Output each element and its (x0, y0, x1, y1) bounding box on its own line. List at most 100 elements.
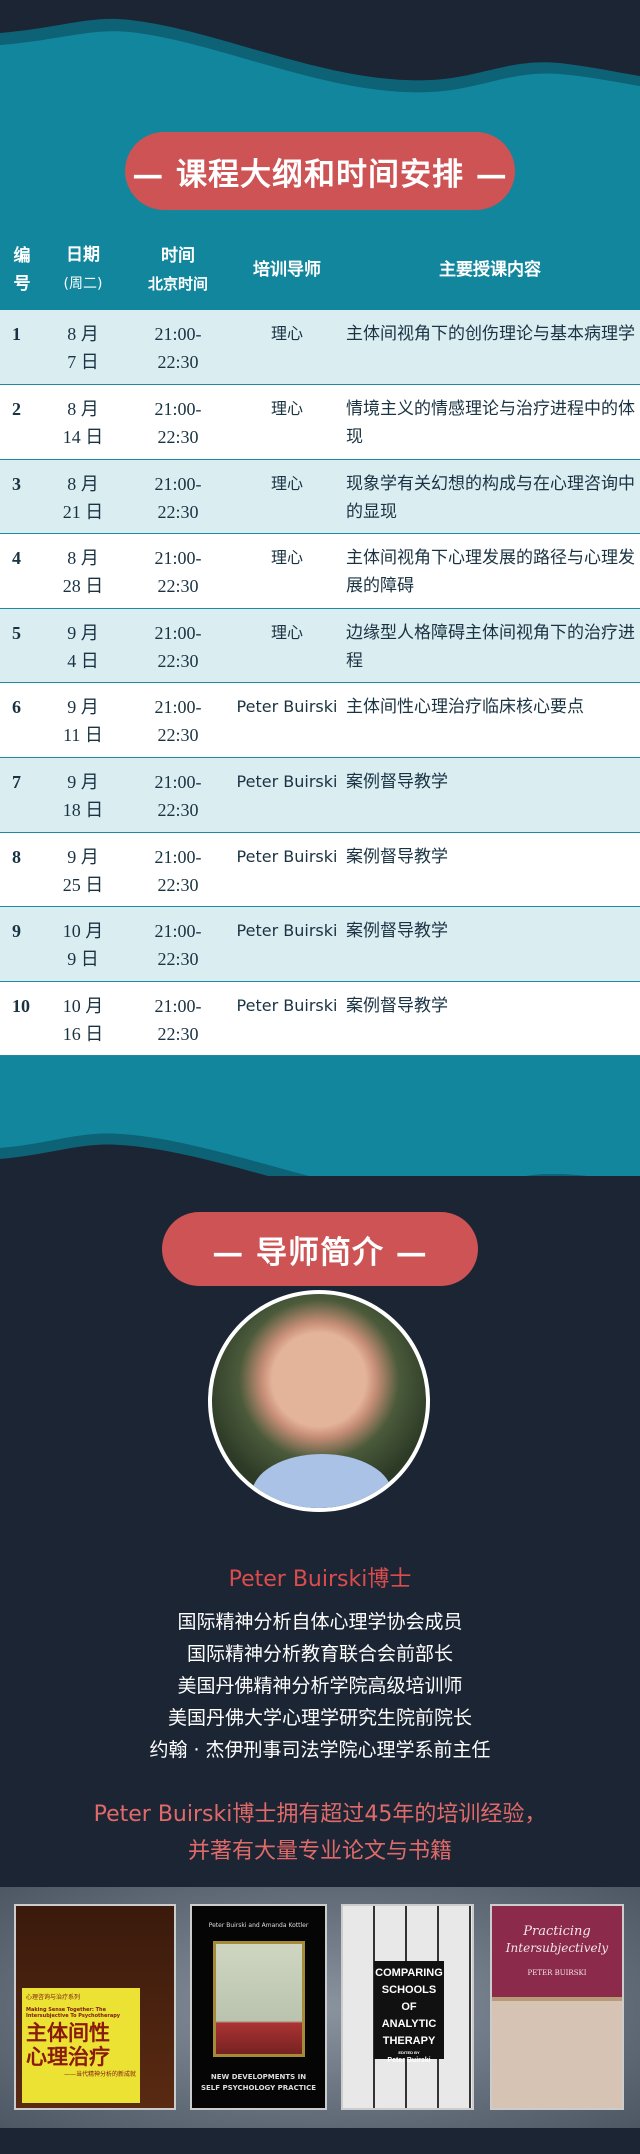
table-row: 3 8 月 21 日 21:00- 22:30 理心 现象学有关幻想的构成与在心理咨… (0, 459, 640, 535)
highlight-line: 并著有大量专业论文与书籍 (187, 1839, 452, 1864)
table-row: 5 9 月4 日 21:00- 22:30 理心 边缘型人格障碍主体间视角下的治疗… (0, 608, 640, 684)
row-content: 情境主义的情感理论与治疗进程中的体现 (340, 384, 640, 460)
table-row: 10 10 月 16 日 21:00- 22:30 Peter Buirski 案例… (0, 981, 640, 1057)
time-end: 22:30 (157, 352, 199, 372)
row-date: 8 月7 日 (44, 310, 122, 386)
row-mentor: Peter Buirski (234, 906, 340, 982)
date-month: 10 月 (62, 995, 104, 1016)
book-title: NEW DEVELOPMENTS IN (210, 2073, 307, 2081)
time-start: 21:00- (154, 399, 202, 420)
highlight-line: Peter Buirski博士拥有超过45年的培训经验， (93, 1802, 547, 1827)
date-month: 9 月 (67, 772, 99, 793)
time-start: 21:00- (154, 324, 202, 344)
time-start: 21:00- (154, 995, 202, 1016)
date-day: 4 日 (67, 650, 99, 671)
row-mentor: 理心 (234, 384, 340, 460)
row-content: 案例督导教学 (340, 832, 640, 908)
row-num: 10 (0, 981, 44, 1057)
header-time: 时间 (161, 245, 195, 266)
book-title: Practicing (523, 1924, 591, 1939)
date-month: 8 月 (67, 324, 99, 344)
row-num: 5 (0, 608, 44, 684)
book-title: Intersubjectively (505, 1941, 609, 1955)
time-start: 21:00- (154, 772, 202, 793)
mentor-avatar (208, 1290, 430, 1512)
row-time: 21:00- 22:30 (122, 832, 234, 908)
time-start: 21:00- (154, 846, 202, 867)
mentor-highlight: Peter Buirski博士拥有超过45年的培训经验， 并著有大量专业论文与书… (0, 1796, 640, 1870)
table-row: 7 9 月 18 日 21:00- 22:30 Peter Buirski 案例督导… (0, 757, 640, 833)
header-num: 编 (13, 245, 31, 266)
time-end: 22:30 (157, 874, 199, 895)
table-row: 1 8 月7 日 21:00- 22:30 理心 主体间视角下的创伤理论与基本病理… (0, 310, 640, 386)
row-content: 边缘型人格障碍主体间视角下的治疗进程 (340, 608, 640, 684)
bio-line: 美国丹佛大学心理学研究生院前院长 (167, 1707, 472, 1729)
time-start: 21:00- (154, 697, 202, 718)
book-cover-2: Peter Buirski and Amanda Kottler NEW DEV… (190, 1904, 327, 2110)
row-time: 21:00- 22:30 (122, 533, 234, 609)
header-date: 日期 (66, 245, 100, 265)
row-date: 9 月 25 日 (44, 832, 122, 908)
row-date: 8 月 14 日 (44, 384, 122, 460)
book-en-title: Making Sense Together: The Intersubjecti… (26, 2007, 121, 2019)
row-time: 21:00- 22:30 (122, 682, 234, 759)
time-end: 22:30 (157, 725, 199, 746)
book-title: SELF PSYCHOLOGY PRACTICE (200, 2084, 317, 2092)
row-time: 21:00- 22:30 (122, 310, 234, 386)
row-time: 21:00- 22:30 (122, 384, 234, 460)
date-day: 18 日 (62, 800, 104, 821)
date-day: 25 日 (62, 874, 104, 895)
date-month: 8 月 (67, 473, 99, 494)
book-subtitle: ——当代精神分析的新成就 (63, 2071, 136, 2078)
book-title: 主体间性 (26, 2021, 110, 2045)
table-row: 4 8 月 28 日 21:00- 22:30 理心 主体间视角下心理发展的路径与心… (0, 533, 640, 609)
row-date: 10 月 9 日 (44, 906, 122, 982)
row-content: 案例督导教学 (340, 906, 640, 982)
date-day: 9 日 (67, 949, 99, 970)
time-end: 22:30 (157, 576, 199, 597)
row-mentor: Peter Buirski (234, 757, 340, 833)
bio-line: 约翰 · 杰伊刑事司法学院心理学系前主任 (149, 1739, 491, 1761)
table-row: 9 10 月 9 日 21:00- 22:30 Peter Buirski 案例督导… (0, 906, 640, 982)
schedule-table: 编号 日期 (周二) 时间 北京时间 培训导师 主要授课内容 1 8 月7 日 21… (0, 229, 640, 1057)
date-day: 7 日 (67, 352, 99, 372)
row-mentor: 理心 (234, 310, 340, 386)
row-date: 8 月 28 日 (44, 533, 122, 609)
mentor-bio: 国际精神分析自体心理学协会成员 国际精神分析教育联合会前部长 美国丹佛精神分析学… (0, 1606, 640, 1766)
time-end: 22:30 (157, 800, 199, 821)
book-cover-3: COMPARING SCHOOLS OF ANALYTIC THERAPY ED… (341, 1904, 474, 2110)
time-end: 22:30 (157, 427, 199, 448)
time-start: 21:00- (154, 622, 202, 643)
date-day: 16 日 (62, 1023, 104, 1044)
date-day: 11 日 (63, 725, 103, 746)
row-mentor: 理心 (234, 459, 340, 535)
book-cover-1: 心理咨询与治疗系列 Making Sense Together: The Int… (14, 1904, 176, 2110)
row-content: 案例督导教学 (340, 757, 640, 833)
date-month: 8 月 (67, 399, 99, 420)
time-start: 21:00- (154, 548, 202, 569)
table-row: 8 9 月 25 日 21:00- 22:30 Peter Buirski 案例督导… (0, 832, 640, 908)
bio-line: 国际精神分析教育联合会前部长 (186, 1643, 453, 1665)
row-date: 9 月 18 日 (44, 757, 122, 833)
row-num: 1 (0, 310, 44, 386)
row-num: 9 (0, 906, 44, 982)
book-title: THERAPY (382, 2035, 436, 2047)
row-content: 主体间视角下心理发展的路径与心理发展的障碍 (340, 533, 640, 609)
book-title: 心理治疗 (26, 2045, 110, 2069)
row-time: 21:00- 22:30 (122, 906, 234, 982)
row-time: 21:00- 22:30 (122, 608, 234, 684)
row-content: 主体间视角下的创伤理论与基本病理学 (340, 310, 640, 386)
table-header: 编号 日期 (周二) 时间 北京时间 培训导师 主要授课内容 (0, 229, 640, 310)
date-month: 9 月 (67, 622, 99, 643)
date-month: 10 月 (62, 921, 104, 942)
row-date: 8 月 21 日 (44, 459, 122, 535)
header-mentor: 培训导师 (234, 229, 340, 310)
book-title: SCHOOLS OF (381, 1984, 437, 2013)
date-month: 9 月 (67, 697, 99, 718)
time-start: 21:00- (154, 473, 202, 494)
header-content: 主要授课内容 (340, 229, 640, 310)
row-date: 9 月4 日 (44, 608, 122, 684)
table-row: 6 9 月 11 日 21:00- 22:30 Peter Buirski 主体间性… (0, 682, 640, 759)
date-day: 14 日 (62, 427, 104, 448)
row-time: 21:00- 22:30 (122, 459, 234, 535)
